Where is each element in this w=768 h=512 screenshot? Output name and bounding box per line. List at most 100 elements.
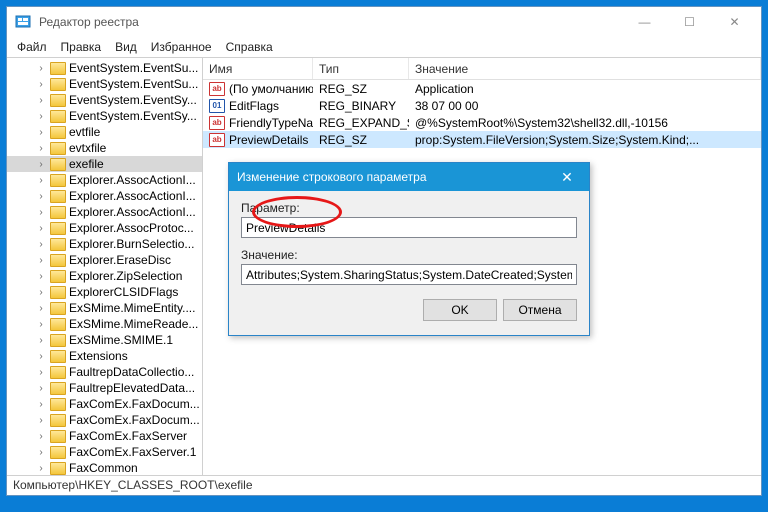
maximize-button[interactable]: ☐	[667, 8, 712, 36]
tree-item-label: Explorer.EraseDisc	[69, 253, 171, 267]
tree-item-label: ExSMime.MimeReade...	[69, 317, 198, 331]
tree-item[interactable]: ›Explorer.AssocActionI...	[7, 172, 202, 188]
expander-icon[interactable]: ›	[35, 223, 47, 234]
menu-file[interactable]: Файл	[11, 38, 53, 56]
tree-pane[interactable]: ›EventSystem.EventSu...›EventSystem.Even…	[7, 58, 203, 475]
string-value-icon: ab	[209, 116, 225, 130]
menu-edit[interactable]: Правка	[55, 38, 108, 56]
expander-icon[interactable]: ›	[35, 351, 47, 362]
tree-item[interactable]: ›ExSMime.MimeEntity....	[7, 300, 202, 316]
expander-icon[interactable]: ›	[35, 431, 47, 442]
menu-favorites[interactable]: Избранное	[145, 38, 218, 56]
expander-icon[interactable]: ›	[35, 447, 47, 458]
expander-icon[interactable]: ›	[35, 335, 47, 346]
value-input[interactable]	[241, 264, 577, 285]
list-row[interactable]: abPreviewDetailsREG_SZprop:System.FileVe…	[203, 131, 761, 148]
expander-icon[interactable]: ›	[35, 127, 47, 138]
folder-icon	[50, 222, 66, 235]
dialog-close-button[interactable]: ✕	[553, 169, 581, 186]
menu-view[interactable]: Вид	[109, 38, 143, 56]
folder-icon	[50, 158, 66, 171]
close-button[interactable]: ✕	[712, 8, 757, 36]
tree-item[interactable]: ›ExplorerCLSIDFlags	[7, 284, 202, 300]
expander-icon[interactable]: ›	[35, 383, 47, 394]
expander-icon[interactable]: ›	[35, 79, 47, 90]
expander-icon[interactable]: ›	[35, 63, 47, 74]
col-value[interactable]: Значение	[409, 58, 761, 79]
tree-item[interactable]: ›EventSystem.EventSu...	[7, 60, 202, 76]
expander-icon[interactable]: ›	[35, 191, 47, 202]
tree-item-label: evtxfile	[69, 141, 106, 155]
folder-icon	[50, 126, 66, 139]
tree-item[interactable]: ›EventSystem.EventSu...	[7, 76, 202, 92]
col-type[interactable]: Тип	[313, 58, 409, 79]
tree-item[interactable]: › evtxfile	[7, 140, 202, 156]
tree-item[interactable]: › FaxComEx.FaxServer	[7, 428, 202, 444]
tree-item-label: FaxComEx.FaxServer	[69, 429, 187, 443]
tree-item[interactable]: ›exefile	[7, 156, 202, 172]
expander-icon[interactable]: ›	[35, 319, 47, 330]
expander-icon[interactable]: ›	[35, 399, 47, 410]
tree-item[interactable]: ›evtfile	[7, 124, 202, 140]
expander-icon[interactable]: ›	[35, 287, 47, 298]
tree-item[interactable]: › ExSMime.MimeReade...	[7, 316, 202, 332]
folder-icon	[50, 254, 66, 267]
tree-item[interactable]: › ExSMime.SMIME.1	[7, 332, 202, 348]
tree-item[interactable]: ›FaxCommon	[7, 460, 202, 475]
list-header[interactable]: Имя Тип Значение	[203, 58, 761, 80]
tree-item[interactable]: ›FaultrepElevatedData...	[7, 380, 202, 396]
expander-icon[interactable]: ›	[35, 415, 47, 426]
expander-icon[interactable]: ›	[35, 111, 47, 122]
tree-item[interactable]: ›FaultrepDataCollectio...	[7, 364, 202, 380]
tree-item-label: Explorer.AssocActionI...	[69, 205, 196, 219]
tree-item[interactable]: ›EventSystem.EventSy...	[7, 108, 202, 124]
minimize-button[interactable]: —	[622, 8, 667, 36]
expander-icon[interactable]: ›	[35, 303, 47, 314]
tree-item[interactable]: › Explorer.EraseDisc	[7, 252, 202, 268]
expander-icon[interactable]: ›	[35, 95, 47, 106]
dialog-title: Изменение строкового параметра	[237, 170, 427, 184]
value-label: Значение:	[241, 248, 577, 262]
tree-item[interactable]: › Explorer.ZipSelection	[7, 268, 202, 284]
tree-item-label: ExSMime.SMIME.1	[69, 333, 173, 347]
value-name: EditFlags	[229, 99, 279, 113]
expander-icon[interactable]: ›	[35, 463, 47, 474]
value-type: REG_SZ	[313, 82, 409, 96]
folder-icon	[50, 318, 66, 331]
folder-icon	[50, 446, 66, 459]
folder-icon	[50, 206, 66, 219]
tree-item-label: Explorer.ZipSelection	[69, 269, 182, 283]
col-name[interactable]: Имя	[203, 58, 313, 79]
value-data: prop:System.FileVersion;System.Size;Syst…	[409, 133, 761, 147]
regedit-icon	[15, 14, 31, 30]
expander-icon[interactable]: ›	[35, 367, 47, 378]
expander-icon[interactable]: ›	[35, 207, 47, 218]
ok-button[interactable]: OK	[423, 299, 497, 321]
dialog-titlebar[interactable]: Изменение строкового параметра ✕	[229, 163, 589, 191]
list-row[interactable]: ab(По умолчанию)REG_SZApplication	[203, 80, 761, 97]
tree-item[interactable]: ›EventSystem.EventSy...	[7, 92, 202, 108]
tree-item[interactable]: ›Extensions	[7, 348, 202, 364]
cancel-button[interactable]: Отмена	[503, 299, 577, 321]
tree-item[interactable]: ›Explorer.AssocActionI...	[7, 188, 202, 204]
tree-item[interactable]: ›FaxComEx.FaxServer.1	[7, 444, 202, 460]
expander-icon[interactable]: ›	[35, 175, 47, 186]
param-name-input	[241, 217, 577, 238]
folder-icon	[50, 110, 66, 123]
tree-item[interactable]: ›FaxComEx.FaxDocum...	[7, 396, 202, 412]
tree-item[interactable]: ›FaxComEx.FaxDocum...	[7, 412, 202, 428]
tree-item[interactable]: › Explorer.AssocActionI...	[7, 204, 202, 220]
expander-icon[interactable]: ›	[35, 255, 47, 266]
menu-help[interactable]: Справка	[220, 38, 279, 56]
expander-icon[interactable]: ›	[35, 271, 47, 282]
tree-item[interactable]: ›Explorer.AssocProtoc...	[7, 220, 202, 236]
binary-value-icon: 01	[209, 99, 225, 113]
expander-icon[interactable]: ›	[35, 239, 47, 250]
folder-icon	[50, 414, 66, 427]
expander-icon[interactable]: ›	[35, 159, 47, 170]
list-row[interactable]: 01EditFlagsREG_BINARY38 07 00 00	[203, 97, 761, 114]
titlebar: Редактор реестра — ☐ ✕	[7, 7, 761, 37]
expander-icon[interactable]: ›	[35, 143, 47, 154]
tree-item[interactable]: ›Explorer.BurnSelectio...	[7, 236, 202, 252]
list-row[interactable]: abFriendlyTypeNa...REG_EXPAND_SZ@%System…	[203, 114, 761, 131]
